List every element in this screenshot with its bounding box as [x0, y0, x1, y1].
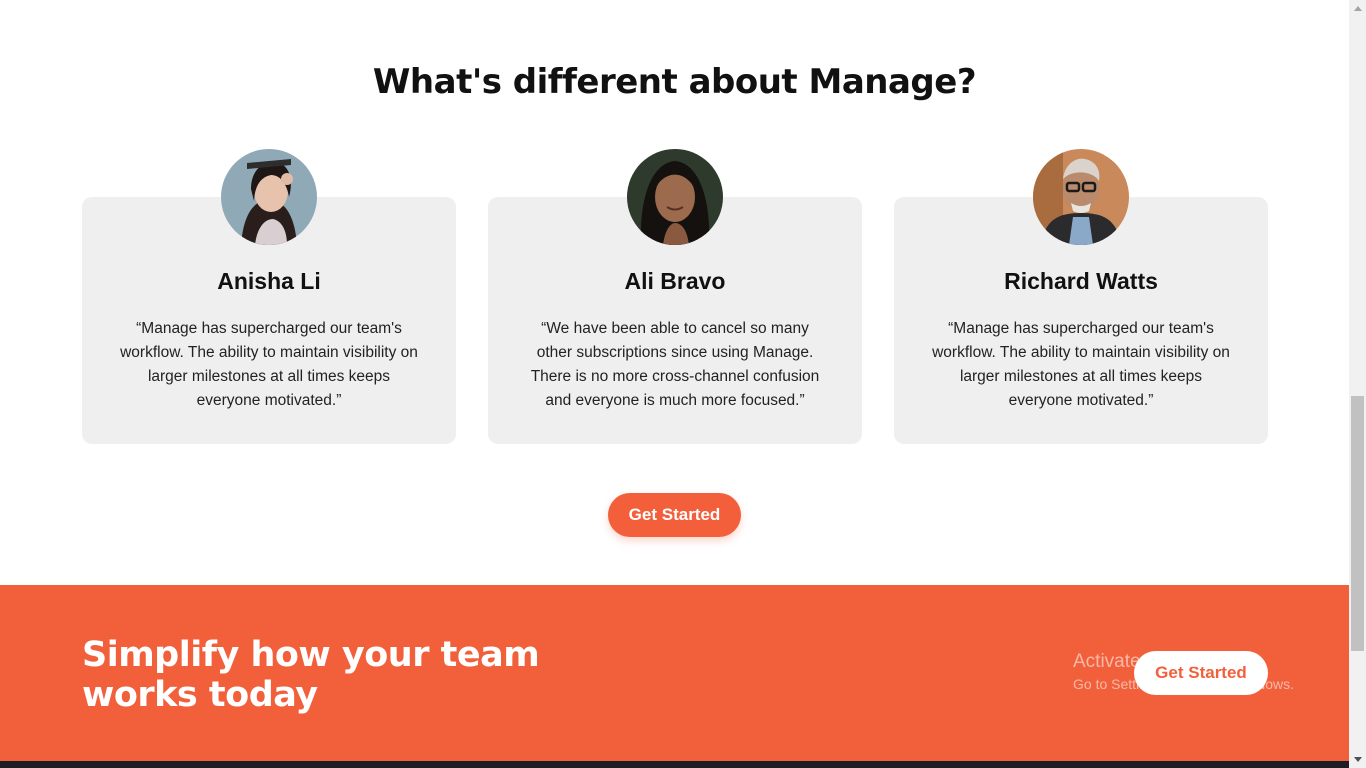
testimonial-card: Richard Watts “Manage has supercharged o…	[894, 149, 1268, 444]
activate-windows-watermark: Activate Windows Go to Settings to activ…	[1073, 651, 1333, 694]
get-started-button[interactable]: Get Started	[608, 493, 741, 537]
testimonial-name: Richard Watts	[1004, 268, 1158, 294]
testimonial-name: Ali Bravo	[624, 268, 726, 294]
testimonial-quote: “We have been able to cancel so many oth…	[530, 320, 820, 409]
scroll-thumb[interactable]	[1351, 396, 1364, 651]
vertical-scrollbar[interactable]	[1349, 0, 1366, 768]
avatar-woman-photo-icon	[627, 149, 723, 245]
avatar	[221, 149, 317, 245]
scroll-down-arrow-icon[interactable]	[1349, 751, 1366, 768]
testimonial-card: Ali Bravo “We have been able to cancel s…	[488, 149, 862, 444]
testimonial-quote: “Manage has supercharged our team's work…	[932, 320, 1230, 409]
section-title: What's different about Manage?	[372, 62, 977, 102]
band-title: Simplify how your team works today	[82, 635, 540, 715]
avatar	[627, 149, 723, 245]
testimonial-quote: “Manage has supercharged our team's work…	[120, 320, 418, 409]
avatar-woman-photo-icon	[221, 149, 317, 245]
cta-band: Simplify how your team works today Get S…	[0, 585, 1349, 761]
watermark-line-1: Activate Windows	[1073, 651, 1223, 672]
scroll-up-arrow-icon[interactable]	[1349, 0, 1366, 17]
watermark-line-2: Go to Settings to activate Windows.	[1073, 676, 1294, 692]
avatar-man-photo-icon	[1033, 149, 1129, 245]
avatar	[1033, 149, 1129, 245]
testimonial-name: Anisha Li	[217, 268, 321, 294]
footer-strip	[0, 761, 1349, 768]
testimonial-card: Anisha Li “Manage has supercharged our t…	[82, 149, 456, 444]
page: What's different about Manage? Anisha Li…	[0, 0, 1349, 768]
